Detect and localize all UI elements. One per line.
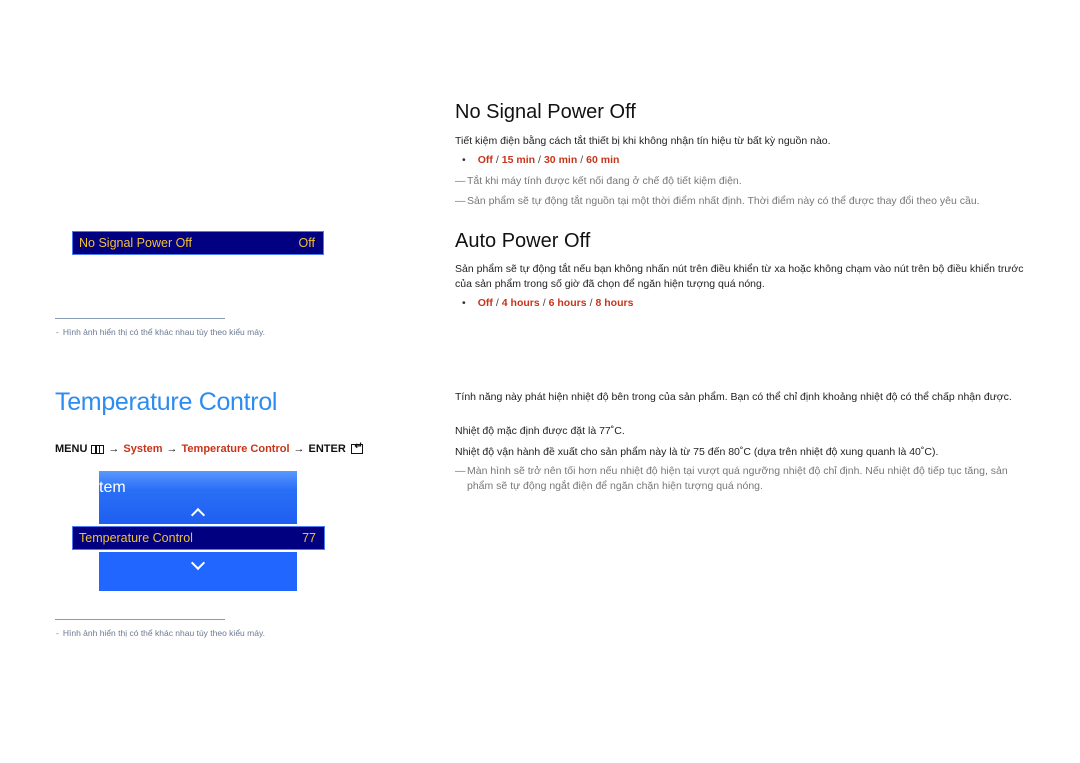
- note-text: Tắt khi máy tính được kết nối đang ở chế…: [467, 175, 742, 187]
- no-signal-options: • Off/15 min/30 min/60 min: [462, 154, 619, 166]
- osd-panel-title: tem: [99, 479, 126, 496]
- option-4-hours: 4 hours: [501, 297, 540, 309]
- note-dash-icon: —: [455, 195, 466, 207]
- osd-item-label: No Signal Power Off: [79, 236, 193, 250]
- no-signal-note-2: — Sản phẩm sẽ tự động tắt nguồn tại một t…: [455, 194, 1030, 209]
- note-dash-icon: —: [455, 175, 466, 187]
- chevron-down-icon: [190, 555, 206, 571]
- osd-item-label: Temperature Control: [79, 531, 193, 545]
- osd-temperature-control-row: Temperature Control 77: [72, 526, 325, 550]
- arrow-icon: →: [293, 443, 305, 455]
- enter-label: ENTER: [308, 443, 346, 455]
- option-separator: /: [495, 297, 499, 309]
- menu-grid-icon: [91, 444, 105, 454]
- note-text: Màn hình sẽ trở nên tối hơn nếu nhiệt độ…: [467, 465, 1008, 492]
- note-dash-icon: —: [455, 465, 466, 477]
- caption-dash: -: [56, 628, 59, 638]
- osd-item-value: Off: [298, 236, 315, 250]
- bullet-icon: •: [462, 154, 466, 166]
- arrow-icon: →: [166, 443, 178, 455]
- temperature-paragraph-1: Tính năng này phát hiện nhiệt độ bên tro…: [455, 391, 1012, 403]
- auto-power-off-description: Sản phẩm sẽ tự động tắt nếu bạn không nh…: [455, 263, 1024, 290]
- option-15-min: 15 min: [501, 154, 536, 166]
- option-separator: /: [495, 154, 499, 166]
- image-caption: - Hình ảnh hiển thị có thể khác nhau tùy …: [56, 327, 265, 337]
- caption-divider: [55, 318, 225, 319]
- menu-label: MENU: [55, 443, 88, 455]
- option-60-min: 60 min: [586, 154, 620, 166]
- option-8-hours: 8 hours: [595, 297, 634, 309]
- option-separator: /: [580, 154, 584, 166]
- caption-text: Hình ảnh hiển thị có thể khác nhau tùy t…: [62, 628, 265, 638]
- heading-no-signal-power-off: No Signal Power Off: [455, 101, 636, 123]
- arrow-icon: →: [108, 443, 120, 455]
- section-title-temperature-control: Temperature Control: [55, 388, 278, 416]
- osd-system-panel-bottom: [99, 552, 297, 591]
- auto-power-off-options: • Off/4 hours/6 hours/8 hours: [462, 297, 633, 309]
- image-caption: - Hình ảnh hiển thị có thể khác nhau tùy …: [56, 628, 265, 638]
- no-signal-description: Tiết kiệm điện bằng cách tắt thiết bị kh…: [455, 135, 831, 147]
- temperature-paragraph-2: Nhiệt độ mặc định được đặt là 77˚C.: [455, 425, 625, 437]
- option-off: Off: [477, 154, 493, 166]
- heading-auto-power-off: Auto Power Off: [455, 230, 591, 252]
- option-6-hours: 6 hours: [548, 297, 587, 309]
- osd-item-value: 77: [302, 531, 316, 545]
- menu-path-system: System: [123, 443, 163, 455]
- note-text: Sản phẩm sẽ tự động tắt nguồn tại một th…: [467, 195, 980, 207]
- osd-system-panel-top: tem: [99, 471, 297, 524]
- enter-icon: [350, 441, 363, 454]
- temperature-paragraph-3: Nhiệt độ vận hành đề xuất cho sản phẩm n…: [455, 446, 939, 458]
- option-off: Off: [477, 297, 493, 309]
- bullet-icon: •: [462, 297, 466, 309]
- option-separator: /: [589, 297, 593, 309]
- caption-dash: -: [56, 327, 59, 337]
- option-separator: /: [538, 154, 541, 166]
- no-signal-note-1: — Tắt khi máy tính được kết nối đang ở ch…: [455, 174, 1030, 189]
- menu-path-breadcrumb: MENU → System → Temperature Control → EN…: [55, 441, 363, 455]
- menu-path-temperature-control: Temperature Control: [181, 443, 290, 455]
- chevron-up-icon: [190, 507, 206, 523]
- option-30-min: 30 min: [543, 154, 578, 166]
- temperature-note: — Màn hình sẽ trở nên tối hơn nếu nhiệt đ…: [455, 464, 1015, 494]
- osd-no-signal-power-off-row: No Signal Power Off Off: [72, 231, 324, 255]
- caption-text: Hình ảnh hiển thị có thể khác nhau tùy t…: [62, 327, 265, 337]
- caption-divider: [55, 619, 225, 620]
- option-separator: /: [542, 297, 546, 309]
